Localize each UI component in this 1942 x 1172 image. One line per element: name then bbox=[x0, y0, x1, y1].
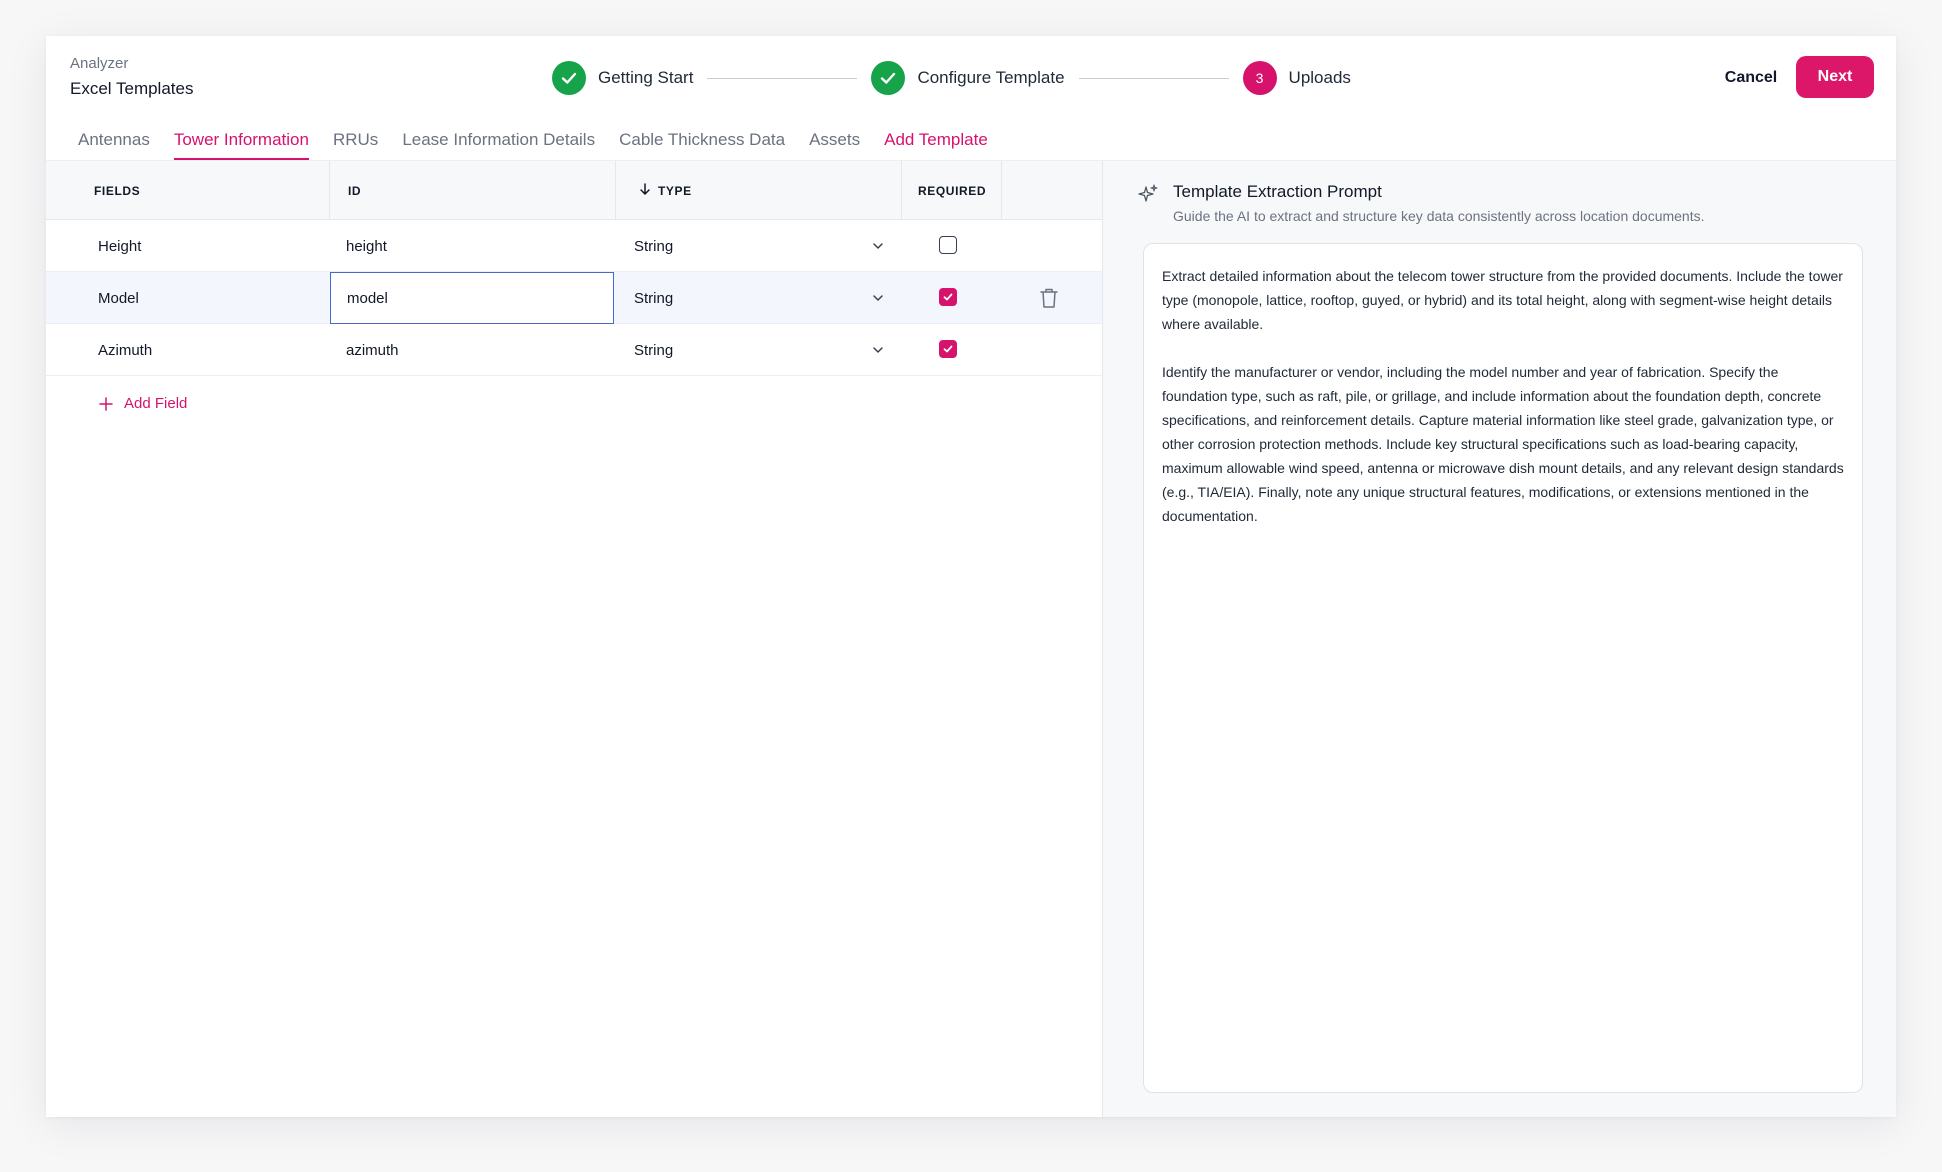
trash-icon[interactable] bbox=[1038, 286, 1060, 310]
main-card: Analyzer Excel Templates Getting Start C… bbox=[46, 36, 1896, 1117]
check-icon bbox=[871, 61, 906, 95]
field-name[interactable]: Model bbox=[98, 272, 139, 324]
prompt-paragraph: Extract detailed information about the t… bbox=[1162, 268, 1843, 332]
column-header-fields: FIELDS bbox=[46, 161, 330, 220]
fields-table: FIELDS ID TYPE REQUIRED Height height St… bbox=[46, 161, 1102, 1117]
table-row[interactable]: Azimuth azimuth String bbox=[46, 324, 1102, 376]
step-label: Configure Template bbox=[917, 68, 1065, 87]
check-icon bbox=[943, 345, 953, 353]
add-template-link[interactable]: Add Template bbox=[872, 128, 1000, 160]
prompt-panel: Template Extraction Prompt Guide the AI … bbox=[1103, 161, 1896, 1117]
required-checkbox[interactable] bbox=[939, 288, 957, 306]
column-header-type[interactable]: TYPE bbox=[616, 161, 902, 220]
plus-icon bbox=[99, 396, 113, 411]
column-header-label: REQUIRED bbox=[918, 183, 987, 198]
table-header: FIELDS ID TYPE REQUIRED bbox=[46, 161, 1102, 220]
step-connector bbox=[707, 77, 858, 79]
field-name[interactable]: Height bbox=[98, 220, 141, 272]
step-label: Uploads bbox=[1288, 68, 1351, 87]
type-select-value[interactable]: String bbox=[634, 220, 673, 272]
type-select-value[interactable]: String bbox=[634, 272, 673, 324]
tab-rrus[interactable]: RRUs bbox=[321, 128, 390, 160]
column-header-id: ID bbox=[330, 161, 616, 220]
column-header-label: ID bbox=[348, 183, 362, 198]
chevron-down-icon[interactable] bbox=[868, 288, 888, 308]
required-checkbox[interactable] bbox=[939, 236, 957, 254]
next-button[interactable]: Next bbox=[1796, 56, 1874, 98]
step-label: Getting Start bbox=[598, 68, 694, 87]
table-row[interactable]: Height height String bbox=[46, 220, 1102, 272]
stepper: Getting Start Configure Template 3 Uploa… bbox=[552, 61, 1351, 95]
chevron-down-icon[interactable] bbox=[868, 236, 888, 256]
field-name[interactable]: Azimuth bbox=[98, 324, 152, 376]
tab-cable-thickness-data[interactable]: Cable Thickness Data bbox=[607, 128, 797, 160]
field-id[interactable]: azimuth bbox=[346, 324, 399, 376]
tab-assets[interactable]: Assets bbox=[797, 128, 872, 160]
column-header-label: TYPE bbox=[658, 183, 692, 198]
check-icon bbox=[943, 293, 953, 301]
column-header-required: REQUIRED bbox=[902, 161, 1002, 220]
column-header-label: FIELDS bbox=[94, 183, 141, 198]
required-checkbox[interactable] bbox=[939, 340, 957, 358]
step-getting-start: Getting Start bbox=[552, 61, 693, 95]
tab-tower-information[interactable]: Tower Information bbox=[162, 128, 321, 160]
field-id-input[interactable]: model bbox=[330, 272, 614, 324]
step-connector bbox=[1078, 77, 1229, 79]
panel-subtitle: Guide the AI to extract and structure ke… bbox=[1173, 208, 1705, 224]
cancel-button[interactable]: Cancel bbox=[1716, 57, 1786, 99]
step-number-badge: 3 bbox=[1242, 61, 1277, 95]
panel-title: Template Extraction Prompt bbox=[1173, 182, 1382, 201]
check-icon bbox=[552, 61, 586, 95]
breadcrumb[interactable]: Analyzer bbox=[70, 55, 128, 72]
step-configure-template: Configure Template bbox=[871, 61, 1065, 95]
arrow-down-icon[interactable] bbox=[638, 182, 652, 199]
sparkle-icon bbox=[1138, 184, 1158, 202]
chevron-down-icon[interactable] bbox=[868, 340, 888, 360]
column-header-actions bbox=[1002, 161, 1102, 220]
step-uploads: 3 Uploads bbox=[1242, 61, 1351, 95]
tab-antennas[interactable]: Antennas bbox=[66, 128, 162, 160]
add-field-button[interactable]: Add Field bbox=[98, 395, 187, 412]
table-row[interactable]: Model model String bbox=[46, 272, 1102, 324]
add-field-label: Add Field bbox=[124, 395, 188, 412]
page-title: Excel Templates bbox=[70, 79, 194, 98]
tab-lease-information-details[interactable]: Lease Information Details bbox=[390, 128, 607, 160]
prompt-paragraph: Identify the manufacturer or vendor, inc… bbox=[1162, 364, 1844, 524]
template-tabs: Antennas Tower Information RRUs Lease In… bbox=[66, 128, 1000, 160]
field-id[interactable]: height bbox=[346, 220, 387, 272]
type-select-value[interactable]: String bbox=[634, 324, 673, 376]
prompt-textarea[interactable]: Extract detailed information about the t… bbox=[1143, 243, 1863, 1093]
